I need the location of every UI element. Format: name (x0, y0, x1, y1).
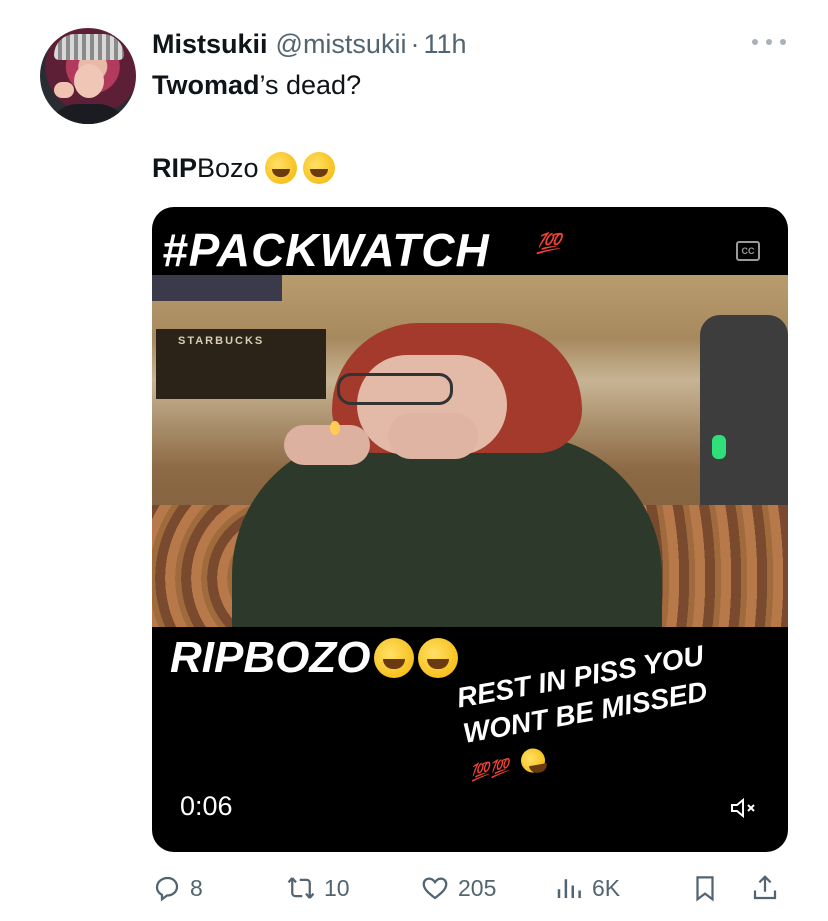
separator-dot: · (410, 28, 420, 59)
repost-icon (287, 877, 315, 899)
tweet-text-bold: Twomad (152, 70, 260, 100)
video-mid-caption: RIPBOZO (170, 633, 459, 683)
lighter-flame (330, 421, 340, 435)
avatar-shirt (48, 104, 128, 124)
tweet-header: Mistsukii @mistsukii · 11h (152, 28, 467, 60)
video-frame: STARBUCKS (152, 275, 788, 627)
like-button[interactable]: 205 (420, 868, 496, 908)
avatar-hat (54, 34, 124, 60)
video-timestamp: 0:06 (180, 791, 233, 821)
tweet-text: Bozo (197, 152, 259, 183)
video-overlay-text: REST IN PISS YOU WONT BE MISSED 💯💯 (454, 624, 788, 793)
heart-icon (422, 877, 448, 900)
video-player[interactable]: #PACKWATCH 💯 CC STARBUCKS RIPBOZO REST I… (152, 207, 788, 852)
share-button[interactable] (750, 868, 780, 908)
laughing-emoji-icon (518, 746, 547, 775)
hundred-emoji-icon: 💯💯 (468, 758, 512, 783)
rofl-emoji-icon (374, 638, 415, 678)
action-bar: 8 10 205 6K (0, 868, 828, 908)
share-icon (753, 875, 777, 900)
avatar-hand (54, 82, 74, 98)
tweet-card[interactable]: Mistsukii @mistsukii · 11h Twomad’s dead… (0, 0, 828, 921)
rofl-emoji-icon (264, 152, 297, 184)
bookmark-icon (696, 876, 714, 902)
person-hand-right (388, 413, 478, 459)
analytics-icon (557, 879, 581, 898)
captions-icon[interactable]: CC (736, 241, 760, 261)
tweet-text: ’s dead? (259, 70, 362, 100)
author-avatar[interactable] (40, 28, 136, 124)
reply-button[interactable]: 8 (152, 868, 203, 908)
scene-slot-machine (700, 315, 788, 525)
tweet-time[interactable]: 11h (423, 29, 466, 60)
like-count: 205 (458, 874, 497, 901)
video-top-caption: #PACKWATCH (162, 224, 490, 276)
person-hand-left (284, 425, 370, 465)
rofl-emoji-icon (302, 152, 335, 184)
reply-count: 8 (190, 874, 203, 901)
more-options-icon[interactable] (752, 30, 786, 54)
mid-caption-text: RIPBOZO (170, 633, 371, 682)
author-handle[interactable]: @mistsukii (276, 29, 407, 60)
tweet-text-bold: RIP (152, 152, 198, 183)
hundred-emoji-icon: 💯 (536, 233, 561, 255)
repost-button[interactable]: 10 (286, 868, 350, 908)
avatar-face (74, 64, 104, 98)
author-name[interactable]: Mistsukii (152, 29, 268, 60)
views-button[interactable]: 6K (554, 868, 620, 908)
rofl-emoji-icon (418, 638, 459, 678)
tweet-text-line-2: RIP Bozo (152, 152, 335, 184)
bookmark-button[interactable] (690, 868, 720, 908)
scene-sign (152, 275, 282, 301)
scene-light (712, 435, 726, 459)
store-sign-text: STARBUCKS (178, 335, 265, 347)
speaker-muted-icon[interactable] (730, 797, 760, 819)
repost-count: 10 (324, 874, 350, 901)
reply-icon (155, 876, 179, 902)
person-glasses (337, 373, 453, 405)
tweet-text-line-1: Twomad’s dead? (152, 70, 361, 101)
views-count: 6K (592, 874, 621, 901)
